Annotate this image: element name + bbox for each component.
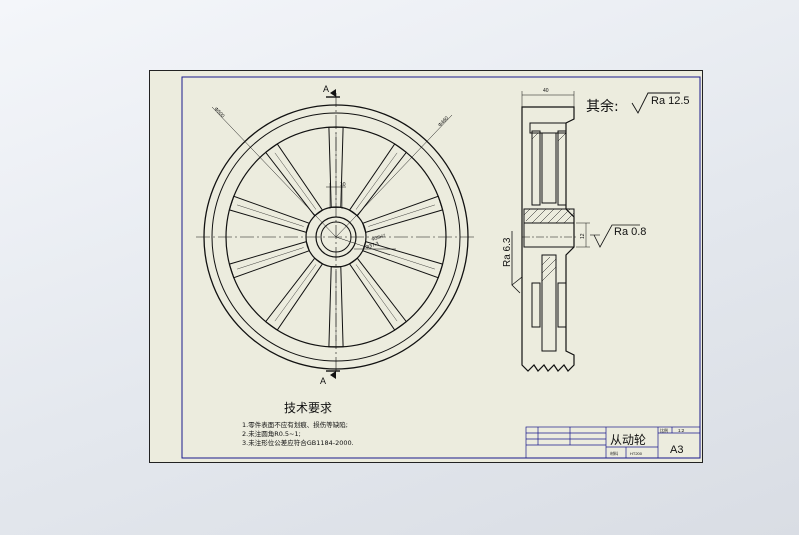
tech-req-title: 技术要求 — [284, 401, 332, 415]
engineering-drawing: A A Φ500 Φ460 10 Φ37.3 Φ35H7 40 12 Ra 0.… — [181, 76, 701, 459]
material-label: 材料 — [610, 450, 618, 456]
drawing-sheet: A A Φ500 Φ460 10 Φ37.3 Φ35H7 40 12 Ra 0.… — [149, 70, 703, 463]
dim-bore-fit: Φ35H7 — [371, 233, 387, 242]
spoke-rib — [237, 247, 304, 270]
spoke-rib — [368, 204, 435, 227]
spoke — [228, 240, 310, 279]
section-arrow-top — [330, 89, 336, 97]
spoke-rib — [368, 247, 435, 270]
section-label-bottom: A — [320, 376, 326, 386]
dim-inner-diameter: Φ460 — [437, 115, 450, 128]
roughness-general-prefix: 其余: — [586, 98, 619, 115]
dim-hub: 12 — [580, 233, 586, 239]
dim-keyway: 10 — [340, 182, 346, 188]
spoke-rib — [274, 152, 317, 210]
front-view — [196, 93, 476, 373]
spoke-rib — [237, 204, 304, 227]
sheet-size: A3 — [670, 444, 683, 456]
spoke — [348, 257, 408, 331]
section-arrow-bottom — [330, 371, 336, 379]
tech-req-item: 3.未注形位公差应符合GB1184-2000. — [242, 438, 354, 447]
dim-outer-diameter: Φ500 — [213, 106, 226, 119]
spoke — [348, 143, 408, 217]
dim-width: 40 — [543, 88, 549, 94]
spoke-rib — [274, 264, 317, 322]
scale-value: 1:2 — [678, 428, 685, 433]
spoke — [228, 195, 310, 234]
roughness-hub: Ra 0.8 — [614, 226, 646, 238]
spoke-rib — [355, 264, 398, 322]
roughness-face: Ra 6.3 — [502, 237, 513, 267]
spoke — [264, 257, 324, 331]
section-label-top: A — [323, 84, 329, 94]
roughness-general-value: Ra 12.5 — [651, 95, 690, 107]
tech-req-item: 1.零件表面不应有划痕、损伤等缺陷; — [242, 420, 348, 429]
spoke — [362, 195, 444, 234]
scale-label: 比例 — [660, 427, 668, 433]
spoke-rib — [355, 152, 398, 210]
spoke — [264, 143, 324, 217]
material-value: HT200 — [630, 451, 643, 456]
part-name: 从动轮 — [610, 433, 646, 447]
tech-req-item: 2.未注圆角R0.5~1; — [242, 429, 301, 438]
